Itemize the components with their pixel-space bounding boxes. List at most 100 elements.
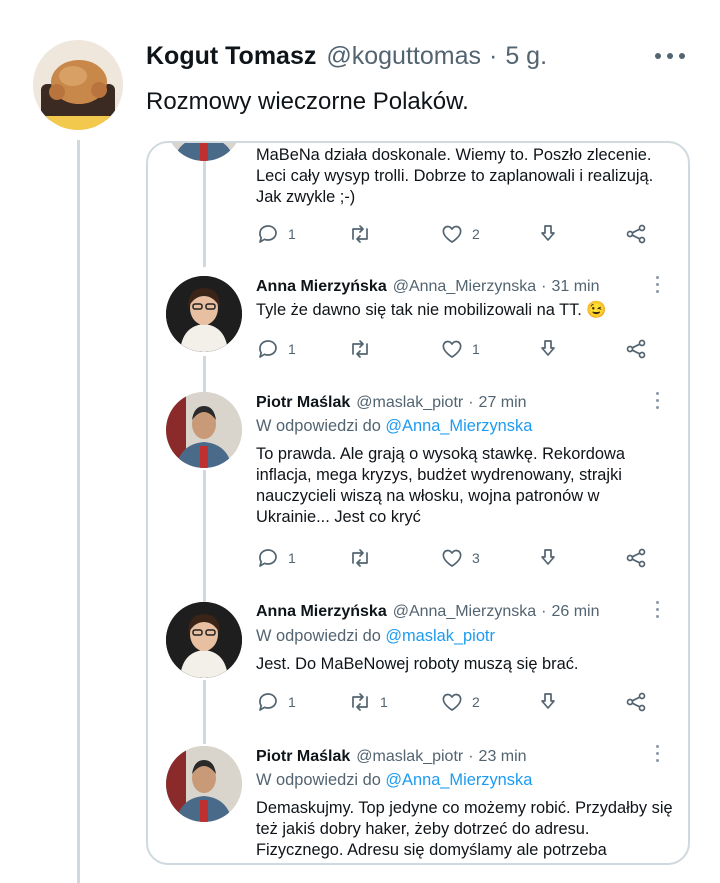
author-name[interactable]: Piotr Maślak [256, 394, 350, 412]
share-button[interactable] [624, 336, 648, 362]
reply-count: 1 [288, 341, 296, 357]
like-button[interactable]: 2 [440, 221, 480, 247]
card-thread-line [203, 143, 206, 267]
reply-prefix: W odpowiedzi do [256, 627, 381, 645]
share-icon [626, 548, 646, 568]
reply-count: 1 [288, 694, 296, 710]
reply-count: 1 [288, 550, 296, 566]
retweet-icon [352, 225, 368, 243]
reply-icon [259, 340, 277, 358]
like-icon [442, 340, 462, 358]
retweet-count: 1 [380, 694, 388, 710]
more-icon[interactable] [654, 44, 686, 68]
bookmark-button[interactable] [536, 336, 560, 362]
reply-icon [259, 693, 277, 711]
vertical-dots-icon[interactable] [656, 276, 660, 294]
like-button[interactable]: 3 [440, 545, 480, 571]
author-name[interactable]: Anna Mierzyńska [256, 603, 387, 621]
tweet-time[interactable]: 23 min [479, 748, 527, 766]
bookmark-icon [541, 225, 555, 241]
like-icon [442, 549, 462, 567]
reply-prefix: W odpowiedzi do [256, 417, 381, 435]
reply-button[interactable]: 1 [256, 545, 296, 571]
separator: · [468, 748, 474, 765]
author-name[interactable]: Anna Mierzyńska [256, 278, 387, 296]
like-button[interactable]: 1 [440, 336, 480, 362]
tweet-actions: 1 2 [256, 221, 666, 247]
reply-context: W odpowiedzi do @Anna_Mierzynska [256, 771, 532, 790]
reply-prefix: W odpowiedzi do [256, 771, 381, 789]
reply-button[interactable]: 1 [256, 336, 296, 362]
retweet-button[interactable] [348, 545, 380, 571]
avatar[interactable] [166, 392, 242, 468]
author-handle[interactable]: @maslak_piotr [356, 394, 463, 412]
tweet-actions: 1 1 [256, 336, 666, 362]
like-icon [442, 225, 462, 243]
reply-mention-link[interactable]: @Anna_Mierzynska [385, 417, 532, 435]
author-name[interactable]: Kogut Tomasz [146, 42, 316, 71]
reply-context: W odpowiedzi do @Anna_Mierzynska [256, 417, 532, 436]
retweet-icon [352, 340, 368, 358]
share-icon [626, 224, 646, 244]
thread-line [77, 140, 80, 883]
retweet-button[interactable] [348, 336, 380, 362]
tweet-text: Rozmowy wieczorne Polaków. [146, 88, 469, 115]
reply-icon [259, 225, 277, 243]
separator: · [541, 278, 547, 295]
author-handle[interactable]: @maslak_piotr [356, 748, 463, 766]
tweet-time[interactable]: 27 min [479, 394, 527, 412]
reply-header: Piotr Maślak @maslak_piotr · 27 min [256, 394, 676, 412]
bookmark-button[interactable] [536, 689, 560, 715]
retweet-button[interactable] [348, 221, 380, 247]
retweet-button[interactable]: 1 [348, 689, 388, 715]
card-thread-line [203, 470, 206, 606]
author-handle[interactable]: @Anna_Mierzynska [393, 603, 536, 621]
share-button[interactable] [624, 689, 648, 715]
tweet-header: Kogut Tomasz @koguttomas · 5 g. [146, 42, 547, 71]
like-count: 2 [472, 694, 480, 710]
vertical-dots-icon[interactable] [656, 745, 660, 763]
card-thread-line [203, 356, 206, 394]
vertical-dots-icon[interactable] [656, 601, 660, 619]
vertical-dots-icon[interactable] [656, 392, 660, 410]
tweet-time[interactable]: 26 min [551, 603, 599, 621]
tweet-body: MaBeNa działa doskonale. Wiemy to. Poszł… [256, 146, 654, 206]
reply-mention-link[interactable]: @Anna_Mierzynska [385, 771, 532, 789]
tweet-actions: 1 3 [256, 545, 666, 571]
separator: · [489, 42, 498, 70]
share-button[interactable] [624, 221, 648, 247]
avatar[interactable] [166, 276, 242, 352]
like-count: 2 [472, 226, 480, 242]
screenshot-card[interactable]: MaBeNa działa doskonale. Wiemy to. Poszł… [146, 141, 690, 865]
reply-header: Piotr Maślak @maslak_piotr · 23 min [256, 748, 676, 766]
tweet-actions: 1 1 2 [256, 689, 666, 715]
author-avatar[interactable] [33, 40, 123, 130]
bookmark-button[interactable] [536, 545, 560, 571]
avatar[interactable] [166, 746, 242, 822]
reply-button[interactable]: 1 [256, 221, 296, 247]
reply-mention-link[interactable]: @maslak_piotr [385, 627, 495, 645]
avatar[interactable] [166, 143, 242, 161]
bookmark-icon [541, 693, 555, 709]
bookmark-icon [541, 340, 555, 356]
tweet-time[interactable]: 31 min [551, 278, 599, 296]
reply-button[interactable]: 1 [256, 689, 296, 715]
like-button[interactable]: 2 [440, 689, 480, 715]
author-handle[interactable]: @koguttomas [326, 42, 481, 71]
separator: · [468, 394, 474, 411]
bookmark-icon [541, 549, 555, 565]
reply-header: Anna Mierzyńska @Anna_Mierzynska · 26 mi… [256, 603, 676, 621]
share-button[interactable] [624, 545, 648, 571]
tweet-body: Tyle że dawno się tak nie mobilizowali n… [256, 301, 607, 319]
author-name[interactable]: Piotr Maślak [256, 748, 350, 766]
reply-icon [259, 549, 277, 567]
bookmark-button[interactable] [536, 221, 560, 247]
retweet-icon [352, 693, 368, 711]
author-handle[interactable]: @Anna_Mierzynska [393, 278, 536, 296]
avatar[interactable] [166, 602, 242, 678]
card-thread-line [203, 680, 206, 744]
like-icon [442, 693, 462, 711]
tweet-time[interactable]: 5 g. [505, 42, 547, 71]
share-icon [626, 692, 646, 712]
reply-context: W odpowiedzi do @maslak_piotr [256, 627, 495, 646]
